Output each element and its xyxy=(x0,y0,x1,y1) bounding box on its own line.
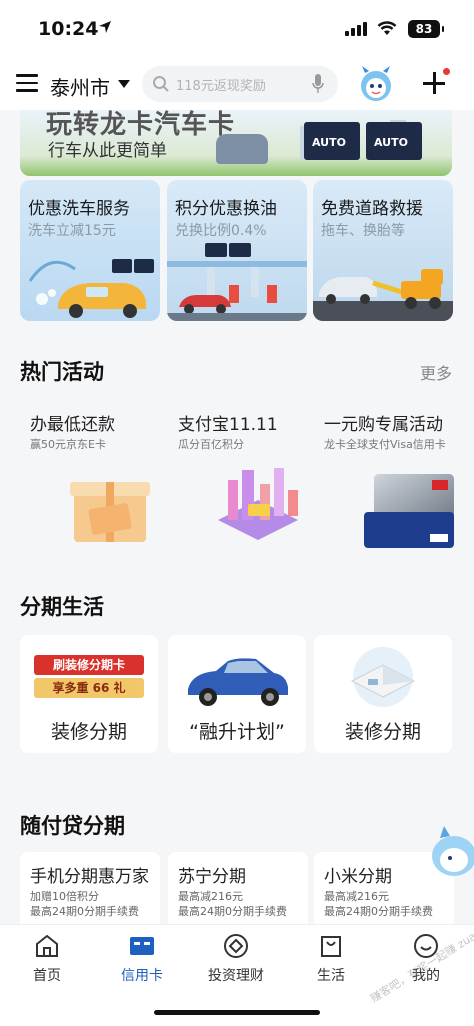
hot-activities-title: 热门活动 xyxy=(20,360,104,384)
activity-min-repayment[interactable]: 办最低还款 赢50元京东E卡 xyxy=(20,410,160,550)
service-subtitle: 兑换比例0.4% xyxy=(175,223,267,239)
repay-item-suning[interactable]: 苏宁分期 最高减216元 最高24期0分期手续费 xyxy=(168,852,308,924)
repay-line2: 最高24期0分期手续费 xyxy=(324,905,433,918)
car-image xyxy=(216,134,268,164)
house-model-image xyxy=(350,647,416,707)
shopping-city-image xyxy=(218,468,298,540)
repay-line1: 最高减216元 xyxy=(178,890,243,903)
notification-dot xyxy=(443,68,450,75)
plus-icon[interactable] xyxy=(423,68,450,94)
status-time: 10:24 xyxy=(38,18,99,40)
battery-indicator: 83 xyxy=(408,20,444,38)
car-wash-illustration xyxy=(28,259,154,318)
installment-rongsheng[interactable]: “融升计划” xyxy=(168,635,306,753)
activity-title: 支付宝11.11 xyxy=(178,415,278,435)
visa-card-image xyxy=(364,474,454,548)
status-bar: 10:24 83 xyxy=(0,0,474,60)
tab-investment[interactable]: 投资理财 xyxy=(196,933,276,985)
installment-renovation-2[interactable]: 装修分期 xyxy=(314,635,452,753)
search-icon xyxy=(153,76,169,92)
tab-credit-card[interactable]: 信用卡 xyxy=(102,933,182,985)
cellular-signal-icon xyxy=(345,22,367,36)
repay-line2: 最高24期0分期手续费 xyxy=(30,905,139,918)
service-subtitle: 洗车立减15元 xyxy=(28,223,116,239)
mascot-icon[interactable] xyxy=(356,64,396,104)
service-title: 积分优惠换油 xyxy=(175,199,277,219)
repay-title: 小米分期 xyxy=(324,867,392,887)
chevron-down-icon[interactable] xyxy=(118,80,130,88)
service-subtitle: 拖车、换胎等 xyxy=(321,223,405,239)
home-indicator[interactable] xyxy=(154,1010,320,1015)
service-title: 免费道路救援 xyxy=(321,199,423,219)
tab-label: 投资理财 xyxy=(208,968,264,984)
service-road-rescue[interactable]: 免费道路救援 拖车、换胎等 xyxy=(313,180,453,321)
tab-label: 信用卡 xyxy=(121,968,163,984)
repay-line1: 加赠10倍积分 xyxy=(30,890,99,903)
activity-subtitle: 赢50元京东E卡 xyxy=(30,438,106,451)
location-arrow-icon xyxy=(99,21,111,33)
installment-title: 分期生活 xyxy=(20,595,104,619)
repay-installment-title: 随付贷分期 xyxy=(20,814,125,838)
city-selector[interactable]: 泰州市 xyxy=(50,72,110,101)
top-header: 泰州市 118元返现奖励 xyxy=(0,60,474,110)
repay-item-phone[interactable]: 手机分期惠万家 加赠10倍积分 最高24期0分期手续费 xyxy=(20,852,160,924)
investment-icon xyxy=(224,934,248,958)
gift-box-image xyxy=(70,482,150,542)
shopping-bag-icon xyxy=(321,936,341,957)
installment-label: “融升计划” xyxy=(189,721,285,743)
installment-label: 装修分期 xyxy=(50,721,127,743)
repay-line2: 最高24期0分期手续费 xyxy=(178,905,287,918)
floating-mascot-icon[interactable] xyxy=(424,822,474,882)
tab-label: 首页 xyxy=(33,968,61,984)
tab-label: 生活 xyxy=(317,968,345,984)
auto-card-image: AUTO xyxy=(366,122,422,160)
auto-card-banner[interactable]: 玩转龙卡汽车卡 行车从此更简单 AUTO AUTO xyxy=(20,110,452,176)
tab-home[interactable]: 首页 xyxy=(7,933,87,985)
microphone-icon[interactable] xyxy=(312,74,324,94)
tab-life[interactable]: 生活 xyxy=(291,933,371,985)
credit-card-icon xyxy=(130,937,154,955)
service-title: 优惠洗车服务 xyxy=(28,199,130,219)
repay-title: 手机分期惠万家 xyxy=(30,867,149,887)
wifi-icon xyxy=(377,21,397,35)
activity-subtitle: 龙卡全球支付Visa信用卡 xyxy=(324,438,446,451)
menu-icon[interactable] xyxy=(16,74,38,94)
promo-badge: 刷装修分期卡 享多重 66 礼 xyxy=(34,655,144,699)
car-image xyxy=(188,658,288,706)
activity-title: 办最低还款 xyxy=(30,415,115,435)
repay-line1: 最高减216元 xyxy=(324,890,389,903)
activity-subtitle: 瓜分百亿积分 xyxy=(178,438,244,451)
search-bar[interactable]: 118元返现奖励 xyxy=(142,66,338,102)
tow-truck-illustration xyxy=(313,269,453,321)
service-car-wash[interactable]: 优惠洗车服务 洗车立减15元 xyxy=(20,180,160,321)
more-link[interactable]: 更多 xyxy=(420,360,452,384)
activity-title: 一元购专属活动 xyxy=(324,415,443,435)
gas-station-illustration xyxy=(167,243,307,321)
search-placeholder: 118元返现奖励 xyxy=(176,79,266,94)
auto-card-image: AUTO xyxy=(304,122,360,160)
repay-title: 苏宁分期 xyxy=(178,867,246,887)
home-icon xyxy=(36,934,58,957)
installment-renovation[interactable]: 刷装修分期卡 享多重 66 礼 装修分期 xyxy=(20,635,158,753)
service-points-fuel[interactable]: 积分优惠换油 兑换比例0.4% xyxy=(167,180,307,321)
installment-label: 装修分期 xyxy=(344,721,421,743)
banner-subtitle: 行车从此更简单 xyxy=(48,141,167,161)
activity-one-yuan[interactable]: 一元购专属活动 龙卡全球支付Visa信用卡 xyxy=(314,410,454,550)
activity-alipay[interactable]: 支付宝11.11 瓜分百亿积分 xyxy=(168,410,308,550)
